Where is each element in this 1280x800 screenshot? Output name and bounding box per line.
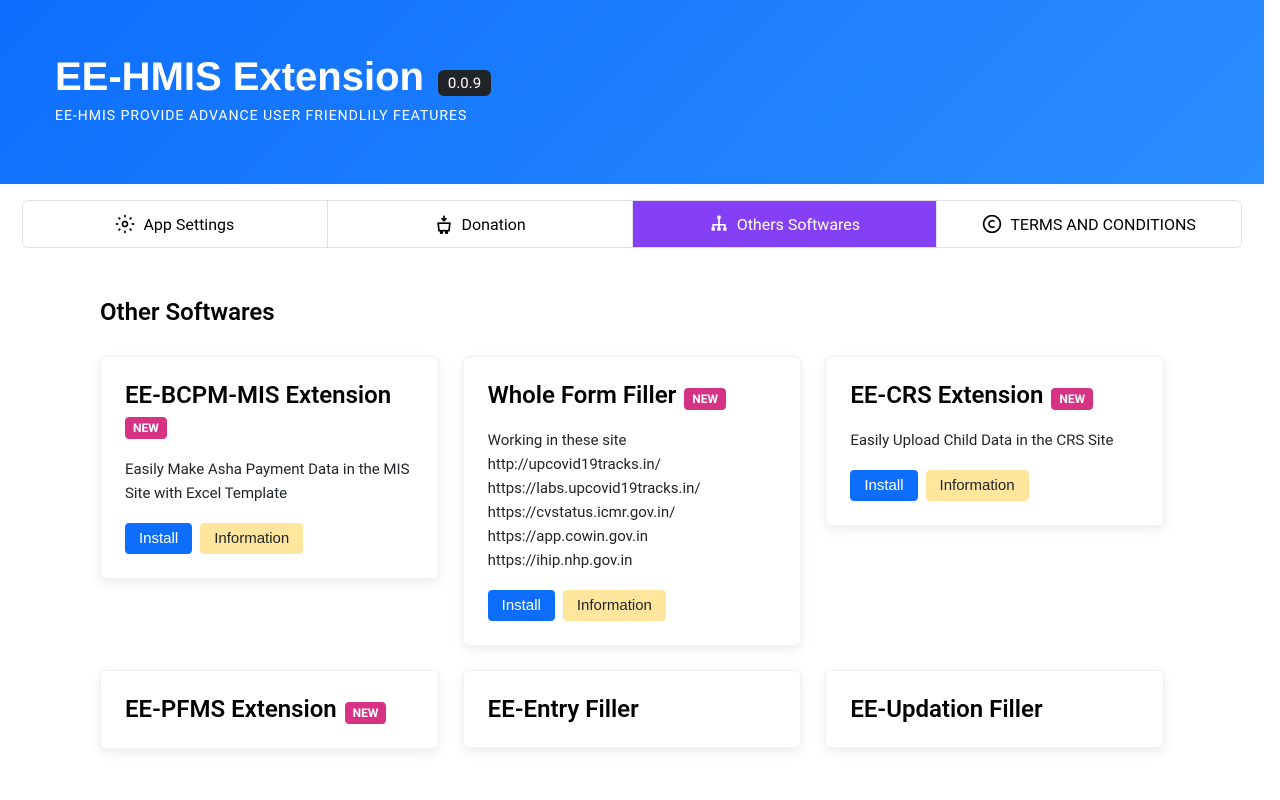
card-title: EE-Entry Filler <box>488 695 639 723</box>
install-button[interactable]: Install <box>850 470 917 501</box>
new-badge: NEW <box>1051 388 1093 410</box>
card-description: Easily Make Asha Payment Data in the MIS… <box>125 457 414 505</box>
card-ee-entry-filler: EE-Entry Filler <box>463 670 802 748</box>
gear-icon <box>115 214 135 234</box>
cards-row-2: EE-PFMS Extension NEW EE-Entry Filler EE… <box>100 670 1164 749</box>
tabs: App Settings Donation <box>22 200 1242 248</box>
card-ee-bcpm-mis: EE-BCPM-MIS Extension NEW Easily Make As… <box>100 356 439 579</box>
tab-label: App Settings <box>143 215 234 234</box>
tabs-container: App Settings Donation <box>0 184 1264 248</box>
information-button[interactable]: Information <box>926 470 1029 501</box>
tab-label: TERMS AND CONDITIONS <box>1010 215 1196 234</box>
tab-donation[interactable]: Donation <box>328 201 633 247</box>
card-title: EE-Updation Filler <box>850 695 1042 723</box>
tab-label: Donation <box>462 215 526 234</box>
new-badge: NEW <box>125 417 167 439</box>
card-title: EE-PFMS Extension <box>125 695 337 723</box>
card-title: EE-CRS Extension <box>850 381 1043 409</box>
card-whole-form-filler: Whole Form Filler NEW Working in these s… <box>463 356 802 646</box>
install-button[interactable]: Install <box>125 523 192 554</box>
card-ee-updation-filler: EE-Updation Filler <box>825 670 1164 748</box>
new-badge: NEW <box>684 388 726 410</box>
card-description: Working in these site http://upcovid19tr… <box>488 428 777 572</box>
cards-row-1: EE-BCPM-MIS Extension NEW Easily Make As… <box>100 356 1164 646</box>
card-ee-crs: EE-CRS Extension NEW Easily Upload Child… <box>825 356 1164 526</box>
app-title: EE-HMIS Extension <box>55 55 424 100</box>
card-buttons: Install Information <box>488 590 777 621</box>
card-description: Easily Upload Child Data in the CRS Site <box>850 428 1139 452</box>
app-subtitle: EE-HMIS PROVIDE ADVANCE USER FRIENDLILY … <box>55 108 1209 124</box>
hierarchy-icon <box>709 214 729 234</box>
tab-terms-and-conditions[interactable]: TERMS AND CONDITIONS <box>937 201 1241 247</box>
card-title: Whole Form Filler <box>488 381 677 409</box>
tab-label: Others Softwares <box>737 215 860 234</box>
hero-banner: EE-HMIS Extension 0.0.9 EE-HMIS PROVIDE … <box>0 0 1264 184</box>
version-badge: 0.0.9 <box>438 70 491 96</box>
install-button[interactable]: Install <box>488 590 555 621</box>
card-buttons: Install Information <box>125 523 414 554</box>
card-ee-pfms: EE-PFMS Extension NEW <box>100 670 439 749</box>
section-title: Other Softwares <box>100 298 1164 326</box>
information-button[interactable]: Information <box>200 523 303 554</box>
card-title: EE-BCPM-MIS Extension <box>125 381 391 409</box>
copyright-icon <box>982 214 1002 234</box>
donation-icon <box>434 214 454 234</box>
content: Other Softwares EE-BCPM-MIS Extension NE… <box>0 248 1264 793</box>
information-button[interactable]: Information <box>563 590 666 621</box>
new-badge: NEW <box>345 702 387 724</box>
tab-app-settings[interactable]: App Settings <box>23 201 328 247</box>
tab-others-softwares[interactable]: Others Softwares <box>633 201 938 247</box>
card-buttons: Install Information <box>850 470 1139 501</box>
